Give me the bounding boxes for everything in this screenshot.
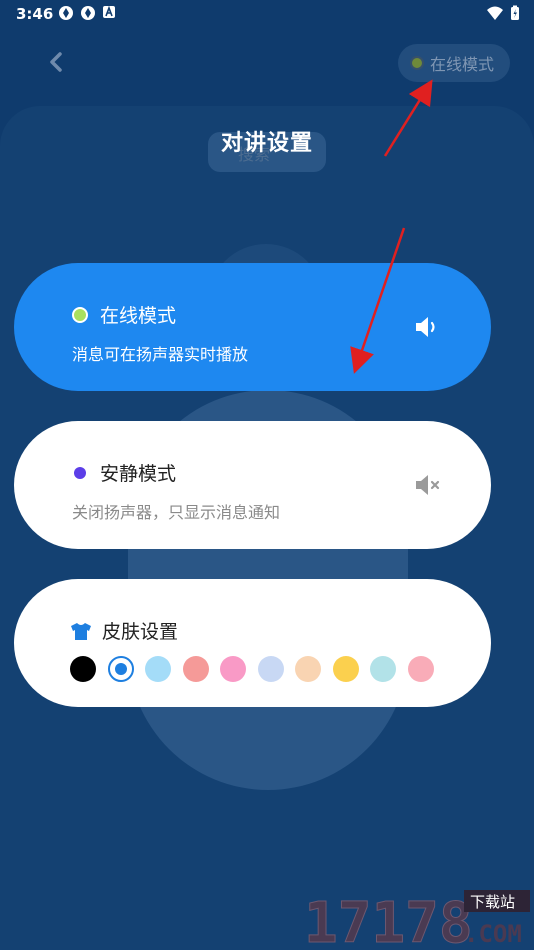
silent-mode-title: 安静模式 xyxy=(100,463,177,485)
wifi-icon xyxy=(487,6,503,20)
back-button[interactable] xyxy=(40,46,72,78)
watermark-logo: 17178 下载站 .COM xyxy=(304,890,530,948)
skin-color-swatch[interactable] xyxy=(332,656,359,682)
speaker-on-icon xyxy=(416,317,435,337)
status-time: 3:46 xyxy=(16,5,54,23)
online-status-dot xyxy=(72,306,88,323)
mode-pill-button[interactable]: 在线模式 xyxy=(398,44,510,82)
a-notification-icon xyxy=(103,5,115,18)
shirt-icon xyxy=(71,622,91,640)
skin-settings-card: 皮肤设置 xyxy=(14,579,491,707)
silent-mode-option[interactable]: 安静模式 关闭扬声器，只显示消息通知 xyxy=(14,421,491,549)
silent-mode-subtitle: 关闭扬声器，只显示消息通知 xyxy=(72,503,281,522)
mode-pill-label: 在线模式 xyxy=(430,55,495,74)
skin-color-swatch[interactable] xyxy=(407,656,434,682)
watermark-suffix: .COM xyxy=(464,920,522,948)
skin-color-swatch[interactable] xyxy=(295,656,321,682)
speaker-mute-icon xyxy=(416,475,440,495)
skin-color-swatch[interactable] xyxy=(145,656,171,682)
skin-color-swatch[interactable] xyxy=(182,656,209,682)
online-mode-title: 在线模式 xyxy=(100,305,177,327)
skin-color-swatch[interactable] xyxy=(107,656,134,682)
app-notification-icon xyxy=(81,6,95,20)
battery-icon xyxy=(511,5,519,20)
skin-color-swatch[interactable] xyxy=(257,656,284,682)
skin-color-swatch[interactable] xyxy=(220,656,246,682)
online-mode-subtitle: 消息可在扬声器实时播放 xyxy=(72,345,249,364)
mode-status-dot xyxy=(410,56,424,70)
app-header: 在线模式 xyxy=(0,36,534,92)
chevron-left-icon xyxy=(50,52,62,72)
skin-settings-title: 皮肤设置 xyxy=(102,621,179,643)
skin-color-swatch[interactable] xyxy=(370,656,396,682)
watermark-tagline: 下载站 xyxy=(470,893,515,911)
skin-swatch-row xyxy=(70,656,434,682)
system-icons xyxy=(486,5,520,21)
sheet-title: 对讲设置 xyxy=(220,131,313,156)
status-bar: 3:46 xyxy=(0,0,534,28)
silent-status-dot xyxy=(74,466,86,479)
app-notification-icon xyxy=(59,6,73,20)
skin-color-swatch[interactable] xyxy=(70,656,96,682)
notification-icons xyxy=(58,5,116,21)
watermark-number: 17178 xyxy=(304,891,473,948)
online-mode-option[interactable]: 在线模式 消息可在扬声器实时播放 xyxy=(14,263,491,391)
